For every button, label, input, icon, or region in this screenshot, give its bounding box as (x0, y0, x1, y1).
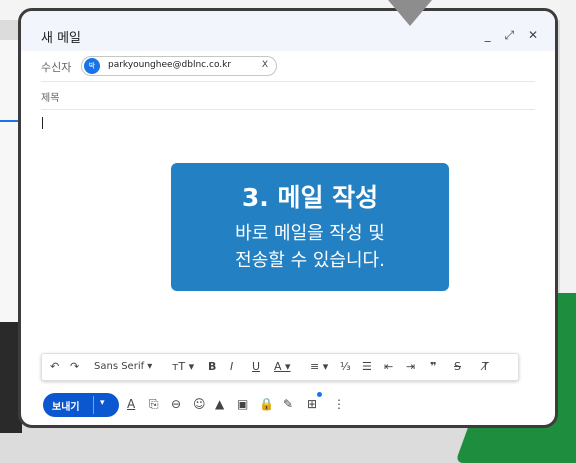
strikethrough-icon[interactable]: S (454, 360, 461, 373)
format-toolbar: ↶ ↷ Sans Serif ▾ ᴛT ▾ B I U A ▾ ≡ ▾ ⅓ ☰ … (41, 353, 519, 381)
minimize-icon[interactable]: _ (485, 28, 496, 42)
instruction-callout: 3. 메일 작성 바로 메일을 작성 및 전송할 수 있습니다. (171, 163, 449, 291)
lock-icon[interactable]: 🔒 (259, 397, 274, 411)
remove-recipient-icon[interactable]: X (262, 60, 268, 70)
indent-less-icon[interactable]: ⇤ (384, 360, 393, 373)
expand-icon[interactable]: ⤢ (505, 28, 520, 42)
clear-format-icon[interactable]: T̸ (482, 360, 489, 373)
send-button[interactable]: 보내기 ▾ (43, 393, 119, 417)
recipient-chip[interactable]: 박 parkyounghee@dblnc.co.kr X (81, 56, 277, 76)
callout-title: 3. 메일 작성 (241, 183, 379, 212)
formatting-options-icon[interactable]: A (127, 397, 135, 411)
text-cursor (42, 117, 43, 129)
subject-field[interactable]: 제목 (41, 83, 535, 110)
notification-dot (317, 392, 322, 397)
window-controls: _ ⤢ ✕ (485, 28, 543, 43)
avatar: 박 (84, 58, 100, 74)
drive-icon[interactable]: ▲ (215, 397, 224, 411)
font-size-select[interactable]: ᴛT ▾ (172, 360, 194, 373)
redo-icon[interactable]: ↷ (70, 360, 79, 373)
text-color-button[interactable]: A ▾ (274, 360, 291, 373)
bold-button[interactable]: B (208, 360, 216, 373)
attach-icon[interactable]: ⎘ (149, 397, 159, 412)
emoji-icon[interactable]: ☺ (193, 397, 206, 411)
send-separator (93, 396, 94, 414)
to-label: 수신자 (41, 61, 72, 74)
recipient-row[interactable]: 수신자 박 parkyounghee@dblnc.co.kr X (41, 53, 535, 82)
send-options-icon[interactable]: ▾ (100, 398, 105, 408)
more-options-icon[interactable]: ⋮ (333, 397, 345, 411)
link-icon[interactable]: ⊖ (171, 397, 181, 411)
align-button[interactable]: ≡ ▾ (310, 360, 328, 373)
compose-title: 새 메일 (41, 31, 82, 46)
underline-button[interactable]: U (252, 360, 260, 373)
signature-icon[interactable]: ✎ (283, 397, 293, 411)
callout-line-2: 전송할 수 있습니다. (235, 250, 385, 271)
close-icon[interactable]: ✕ (528, 28, 543, 42)
photo-icon[interactable]: ▣ (237, 397, 248, 411)
compose-window: 새 메일 _ ⤢ ✕ 수신자 박 parkyounghee@dblnc.co.k… (18, 8, 558, 428)
bulleted-list-icon[interactable]: ☰ (362, 360, 372, 373)
pointer-arrow (380, 0, 440, 30)
subject-label: 제목 (41, 93, 60, 104)
layout-icon[interactable]: ⊞ (307, 397, 317, 411)
numbered-list-icon[interactable]: ⅓ (340, 360, 351, 373)
send-label: 보내기 (52, 402, 80, 413)
font-family-select[interactable]: Sans Serif ▾ (94, 361, 152, 372)
compose-header: 새 메일 _ ⤢ ✕ (21, 11, 555, 51)
italic-button[interactable]: I (230, 360, 233, 373)
undo-icon[interactable]: ↶ (50, 360, 59, 373)
quote-icon[interactable]: ❞ (430, 360, 436, 373)
callout-line-1: 바로 메일을 작성 및 (235, 223, 385, 244)
recipient-email: parkyounghee@dblnc.co.kr (108, 60, 232, 70)
indent-more-icon[interactable]: ⇥ (406, 360, 415, 373)
